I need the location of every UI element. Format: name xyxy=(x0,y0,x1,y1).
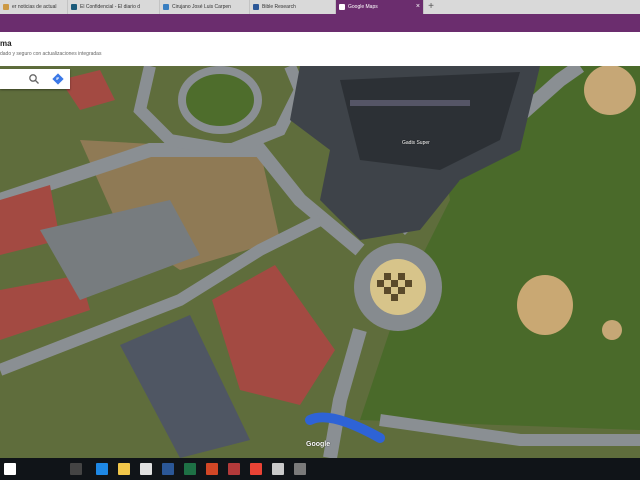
excel-icon[interactable] xyxy=(184,463,196,475)
store-icon[interactable] xyxy=(140,463,152,475)
map-label-mall: Gadis Super xyxy=(402,140,430,146)
search-icon[interactable] xyxy=(28,73,40,85)
promo-title: ma xyxy=(0,39,12,48)
tab-label: er noticias de actual xyxy=(12,4,57,10)
taskbar xyxy=(0,458,640,480)
google-logo: Google xyxy=(306,441,331,448)
tab-label: Bible Research xyxy=(262,4,296,10)
favicon-icon xyxy=(253,4,259,10)
file-explorer-icon[interactable] xyxy=(118,463,130,475)
satellite-imagery xyxy=(0,66,640,458)
word-icon[interactable] xyxy=(162,463,174,475)
favicon-icon xyxy=(71,4,77,10)
tab-bible-research[interactable]: Bible Research xyxy=(250,0,336,14)
satellite-map[interactable]: Gadis Super xyxy=(0,66,640,458)
favicon-icon xyxy=(163,4,169,10)
favicon-icon xyxy=(3,4,9,10)
edge-icon[interactable] xyxy=(96,463,108,475)
tab-label: Google Maps xyxy=(348,4,378,10)
close-icon[interactable]: × xyxy=(416,0,420,14)
app-icon[interactable] xyxy=(228,463,240,475)
chrome-icon[interactable] xyxy=(250,463,262,475)
plus-icon[interactable]: + xyxy=(424,0,438,14)
tab-el-confidencial[interactable]: El Confidencial - El diario d xyxy=(68,0,160,14)
app-icon[interactable] xyxy=(294,463,306,475)
search-box[interactable] xyxy=(0,69,70,89)
promo-header: ma dado y seguro con actualizaciones int… xyxy=(0,32,640,66)
tab-label: Cirujano José Luis Carpen xyxy=(172,4,231,10)
camera-icon[interactable] xyxy=(70,463,82,475)
directions-icon[interactable] xyxy=(52,73,64,85)
app-icon[interactable] xyxy=(272,463,284,475)
tab-cirujano[interactable]: Cirujano José Luis Carpen xyxy=(160,0,250,14)
windows-icon[interactable] xyxy=(4,463,16,475)
browser-tab-bar: er noticias de actual El Confidencial - … xyxy=(0,0,640,14)
promo-subtitle: dado y seguro con actualizaciones integr… xyxy=(0,51,102,57)
tab-news[interactable]: er noticias de actual xyxy=(0,0,68,14)
powerpoint-icon[interactable] xyxy=(206,463,218,475)
map-pin-icon xyxy=(339,4,345,10)
tab-google-maps[interactable]: Google Maps × xyxy=(336,0,424,14)
toolbar-strip xyxy=(0,14,640,32)
tab-label: El Confidencial - El diario d xyxy=(80,4,141,10)
